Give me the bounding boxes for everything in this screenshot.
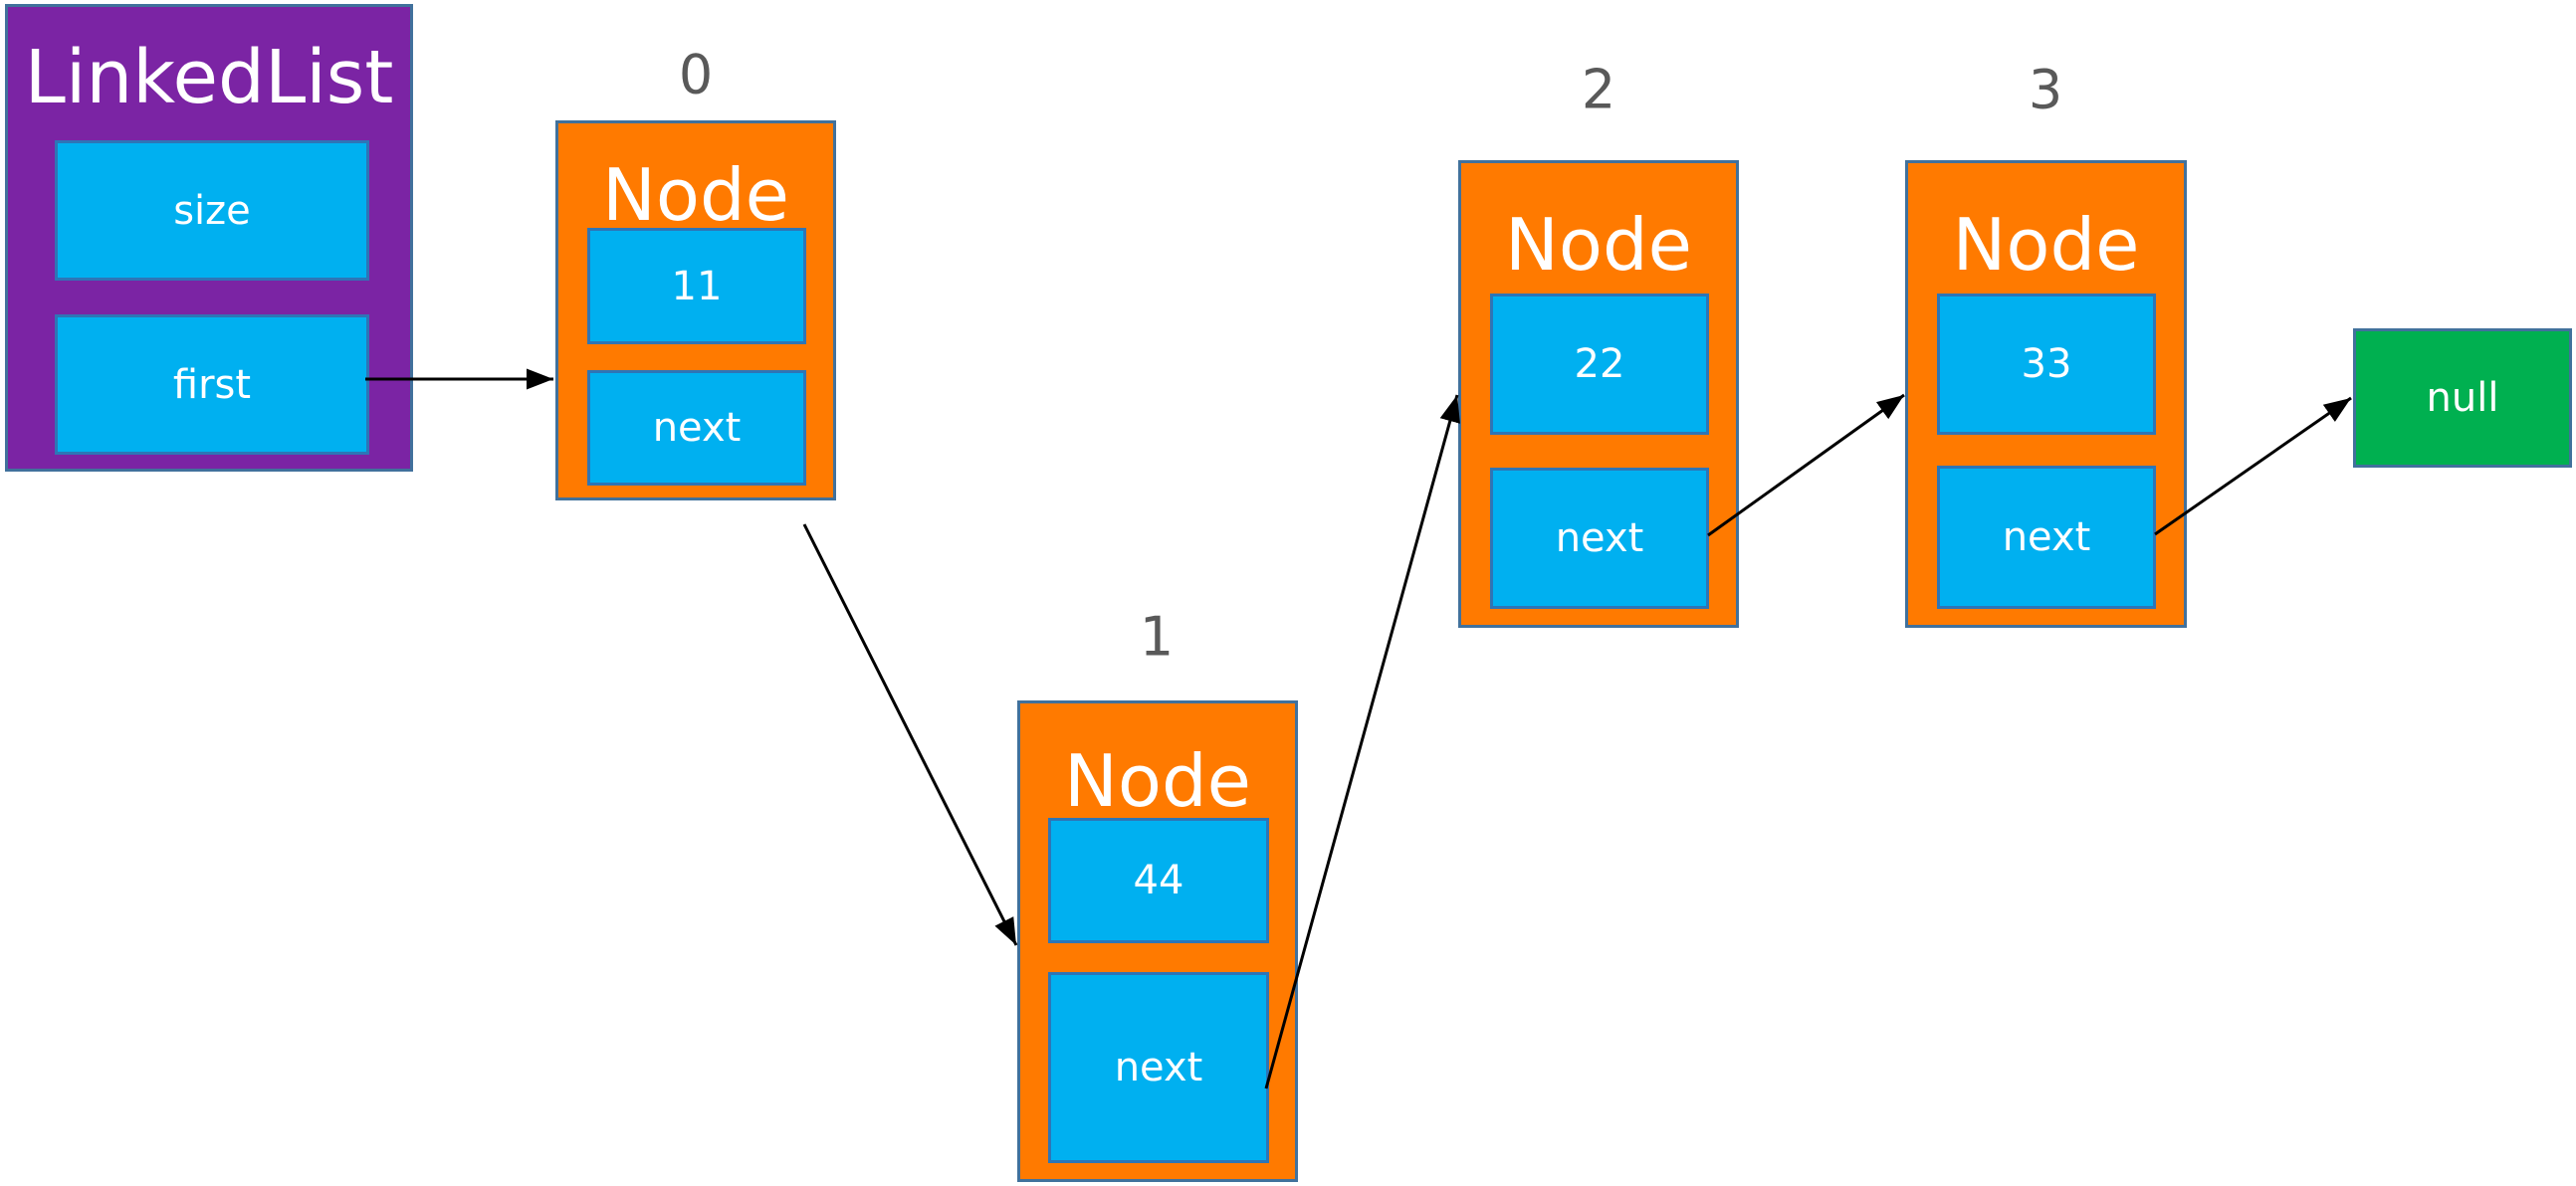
arrow-node-1-to-node-2	[1264, 394, 1460, 1089]
arrow-node-3-to-null	[2154, 396, 2352, 536]
pointer-arrows	[365, 368, 2352, 1089]
arrow-node-2-to-node-3	[1707, 393, 1905, 537]
arrow-node-0-to-node-1	[802, 523, 1018, 946]
